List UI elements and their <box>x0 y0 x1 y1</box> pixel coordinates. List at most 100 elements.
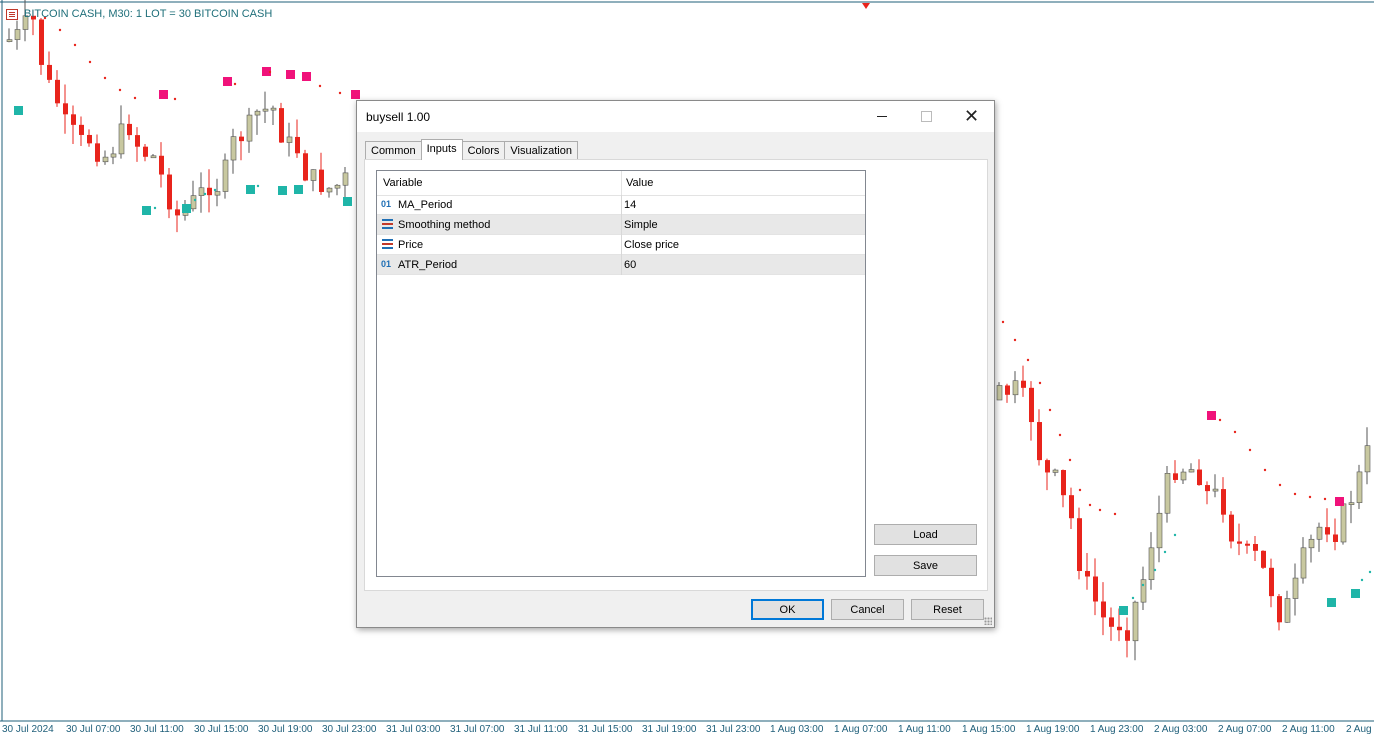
int-icon: 01 <box>381 199 392 209</box>
candle-body <box>326 187 333 193</box>
candle-body <box>222 159 229 192</box>
buy-signal-marker <box>246 185 255 194</box>
candle-body <box>1284 598 1291 623</box>
candle-body <box>1188 469 1195 473</box>
candle-body <box>279 108 284 143</box>
chart-shift-marker <box>862 3 870 9</box>
enum-icon <box>382 219 393 229</box>
input-value[interactable]: Simple <box>624 219 658 231</box>
tab-colors[interactable]: Colors <box>461 141 506 159</box>
minimize-button[interactable] <box>859 101 904 132</box>
time-tick-label: 31 Jul 19:00 <box>642 724 697 735</box>
ok-button[interactable]: OK <box>751 599 824 620</box>
buy-stop-dot <box>1153 568 1157 572</box>
sell-signal-marker <box>286 70 295 79</box>
candle-body <box>110 153 117 158</box>
input-row-price[interactable]: Price Close price <box>377 235 865 255</box>
candle-body <box>254 110 261 116</box>
sell-stop-dot <box>103 76 107 80</box>
sell-stop-dot <box>1088 503 1092 507</box>
save-button[interactable]: Save <box>874 555 977 576</box>
candle-body <box>1045 460 1050 473</box>
time-tick-label: 30 Jul 19:00 <box>258 724 313 735</box>
candle-body <box>270 107 277 111</box>
candle-body <box>319 169 324 192</box>
close-button[interactable]: ✕ <box>949 101 994 132</box>
candle-body <box>207 187 212 196</box>
cancel-button[interactable]: Cancel <box>831 599 904 620</box>
candle-body <box>159 155 164 175</box>
buy-stop-dot <box>256 184 260 188</box>
candle-body <box>1173 473 1178 480</box>
candle-body <box>190 195 197 210</box>
candle-body <box>214 191 221 196</box>
candle-body <box>1205 485 1210 492</box>
column-divider[interactable] <box>621 171 622 195</box>
cell-divider <box>621 215 622 235</box>
int-icon: 01 <box>381 259 392 269</box>
time-axis: 30 Jul 2024 30 Jul 07:00 30 Jul 11:00 30 Ju… <box>0 721 1374 741</box>
input-value[interactable]: 60 <box>624 259 636 271</box>
buy-signal-marker <box>278 186 287 195</box>
time-tick-label: 31 Jul 15:00 <box>578 724 633 735</box>
candle-body <box>55 79 60 104</box>
buy-signal-marker <box>1119 606 1128 615</box>
candle-body <box>239 136 244 142</box>
candle-body <box>95 143 100 162</box>
input-variable: Smoothing method <box>398 219 491 231</box>
input-value[interactable]: 14 <box>624 199 636 211</box>
symbol-menu-icon[interactable] <box>6 8 18 20</box>
time-tick-label: 31 Jul 23:00 <box>706 724 761 735</box>
candle-body <box>175 209 180 216</box>
sell-stop-dot <box>233 82 237 86</box>
dialog-titlebar[interactable]: buysell 1.00 ✕ <box>357 101 994 132</box>
candle-body <box>1093 576 1098 602</box>
candle-body <box>167 174 172 210</box>
sell-stop-dot <box>1026 358 1030 362</box>
time-tick-label: 30 Jul 2024 <box>2 724 54 735</box>
buy-stop-dot <box>1368 570 1372 574</box>
buy-stop-dot <box>1163 550 1167 554</box>
time-tick-label: 1 Aug 03:00 <box>770 724 824 735</box>
column-header-value[interactable]: Value <box>626 177 653 189</box>
time-tick-label: 31 Jul 07:00 <box>450 724 505 735</box>
input-row-smoothing-method[interactable]: Smoothing method Simple <box>377 215 865 235</box>
cell-divider <box>621 235 622 255</box>
buy-signal-marker <box>182 204 191 213</box>
candle-body <box>1261 550 1266 568</box>
cell-divider <box>621 255 622 275</box>
candle-body <box>1229 514 1234 542</box>
candle-body <box>310 169 317 181</box>
buy-signal-marker <box>1327 598 1336 607</box>
sell-stop-dot <box>1038 381 1042 385</box>
load-button[interactable]: Load <box>874 524 977 545</box>
candle-body <box>47 64 52 80</box>
column-header-variable[interactable]: Variable <box>383 177 423 189</box>
time-tick-label: 31 Jul 11:00 <box>514 724 568 735</box>
reset-button[interactable]: Reset <box>911 599 984 620</box>
candle-body <box>1237 541 1242 544</box>
sell-stop-dot <box>118 88 122 92</box>
candle-body <box>1356 471 1363 503</box>
resize-grip-icon[interactable] <box>984 617 992 625</box>
tab-inputs[interactable]: Inputs <box>420 139 463 160</box>
tab-visualization[interactable]: Visualization <box>504 141 578 159</box>
input-row-ma-period[interactable]: 01 MA_Period 14 <box>377 195 865 215</box>
candle-body <box>102 156 109 163</box>
sell-stop-dot <box>268 70 272 74</box>
input-row-atr-period[interactable]: 01 ATR_Period 60 <box>377 255 865 275</box>
candle-body <box>1029 387 1034 423</box>
time-tick-label: 2 Aug <box>1346 724 1372 735</box>
candle-body <box>143 146 148 157</box>
candle-body <box>1253 544 1258 551</box>
candle-body <box>230 136 237 161</box>
candle-body <box>1212 488 1219 492</box>
candle-body <box>286 136 293 143</box>
candle-body <box>1221 489 1226 515</box>
candle-body <box>150 155 157 159</box>
tab-common[interactable]: Common <box>365 141 422 159</box>
input-value[interactable]: Close price <box>624 239 679 251</box>
candle-body <box>1085 570 1090 577</box>
sell-stop-dot <box>173 97 177 101</box>
buy-stop-dot <box>1360 578 1364 582</box>
